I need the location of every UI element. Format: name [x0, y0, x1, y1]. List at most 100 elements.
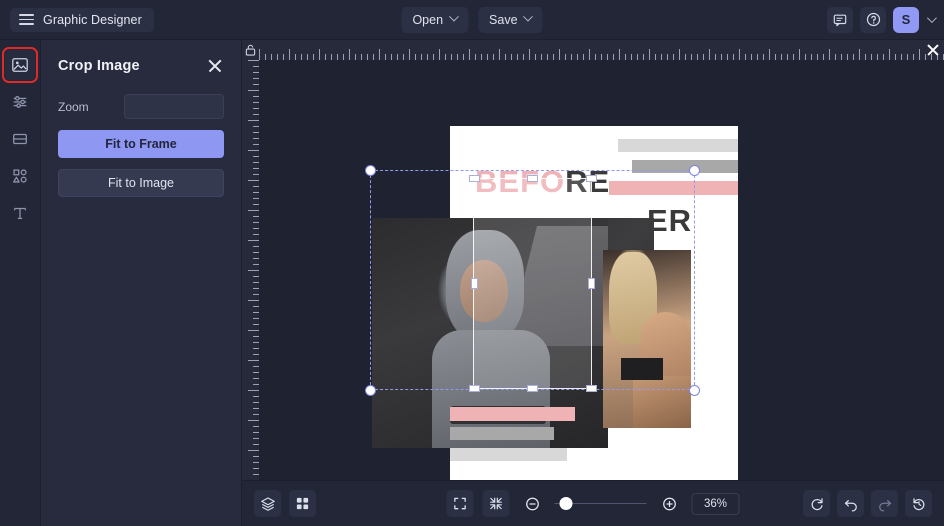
undo-icon: [844, 499, 857, 512]
horizontal-ruler[interactable]: [259, 40, 944, 60]
ruler-tick: [919, 49, 920, 60]
ruler-tick: [439, 49, 440, 60]
canvas-area: BEFORE: [242, 40, 944, 526]
sidebar-item-frame-tool[interactable]: [5, 124, 35, 154]
ruler-tick: [589, 49, 590, 60]
crop-handle-top-left[interactable]: [469, 175, 480, 182]
ruler-tick: [349, 49, 350, 60]
save-button[interactable]: Save: [478, 6, 543, 33]
page-title: Crop Image: [58, 58, 140, 74]
ruler-tick: [259, 49, 260, 60]
ruler-tick: [248, 300, 259, 301]
hamburger-icon: [19, 14, 34, 25]
fit-screen-button[interactable]: [446, 490, 474, 517]
ruler-tick: [499, 49, 500, 60]
fit-to-image-button[interactable]: Fit to Image: [58, 169, 224, 197]
artboard-bar: [618, 139, 738, 152]
crop-handle-top-right[interactable]: [586, 175, 597, 182]
history-button[interactable]: [905, 490, 932, 517]
ruler-tick: [248, 420, 259, 421]
crop-handle-bottom-center[interactable]: [527, 385, 538, 392]
panel-header: Crop Image: [58, 40, 224, 86]
text-icon: [13, 207, 27, 220]
ruler-tick: [319, 49, 320, 60]
chevron-down-icon[interactable]: [926, 13, 937, 24]
ruler-lock-button[interactable]: [242, 40, 259, 60]
crop-selection-box[interactable]: [473, 178, 592, 389]
open-label: Open: [412, 12, 444, 27]
ruler-tick: [248, 270, 259, 271]
collapse-icon: [490, 497, 502, 510]
reset-icon: [811, 497, 823, 510]
history-tools: [803, 490, 932, 517]
undo-button[interactable]: [837, 490, 864, 517]
layers-button[interactable]: [254, 490, 281, 517]
crop-handle-middle-left[interactable]: [471, 278, 478, 289]
crop-handle-middle-right[interactable]: [588, 278, 595, 289]
lock-icon: [245, 44, 256, 56]
sidebar-item-shapes-tool[interactable]: [5, 161, 35, 191]
file-actions: Open Save: [401, 6, 543, 33]
frame-icon: [13, 133, 27, 145]
comment-icon: [833, 14, 847, 26]
crop-handle-top-center[interactable]: [527, 175, 538, 182]
ruler-tick: [248, 330, 259, 331]
frame-handle-top-left[interactable]: [365, 165, 376, 176]
reset-button[interactable]: [803, 490, 830, 517]
frame-handle-top-right[interactable]: [689, 165, 700, 176]
ruler-tick: [248, 210, 259, 211]
zoom-level-display[interactable]: 36%: [691, 492, 740, 515]
tool-rail: [0, 40, 41, 526]
app-menu-button[interactable]: Graphic Designer: [10, 7, 154, 32]
crop-handle-bottom-right[interactable]: [586, 385, 597, 392]
close-icon[interactable]: [925, 42, 941, 58]
ruler-tick: [649, 49, 650, 60]
help-button[interactable]: [860, 6, 886, 33]
zoom-in-icon: [662, 497, 676, 510]
artboard-bar: [450, 407, 575, 421]
app-window: Graphic Designer Open Save S Crop Image …: [0, 0, 944, 526]
close-icon[interactable]: [206, 57, 224, 75]
fit-to-frame-button[interactable]: Fit to Frame: [58, 130, 224, 158]
crop-panel: Crop Image Zoom Fit to Frame Fit to Imag…: [41, 40, 292, 526]
account-actions: S: [827, 6, 937, 33]
shapes-icon: [13, 169, 27, 183]
sidebar-item-text-tool[interactable]: [5, 198, 35, 228]
grid-button[interactable]: [289, 490, 316, 517]
app-title: Graphic Designer: [43, 12, 142, 27]
zoom-field[interactable]: [124, 94, 292, 119]
zoom-out-button[interactable]: [519, 490, 546, 517]
ruler-tick: [739, 49, 740, 60]
avatar[interactable]: S: [893, 6, 919, 33]
ruler-tick: [559, 49, 560, 60]
crop-handle-bottom-left[interactable]: [469, 385, 480, 392]
top-toolbar: Graphic Designer Open Save S: [0, 0, 944, 40]
zoom-row: Zoom: [58, 94, 292, 119]
ruler-tick: [248, 390, 259, 391]
zoom-slider[interactable]: [554, 496, 647, 511]
canvas-stage[interactable]: BEFORE: [259, 60, 944, 480]
frame-handle-bottom-left[interactable]: [365, 385, 376, 396]
redo-button[interactable]: [871, 490, 898, 517]
chevron-down-icon: [448, 11, 459, 22]
history-icon: [912, 497, 924, 510]
ruler-tick: [379, 49, 380, 60]
bottom-toolbar: 36%: [242, 480, 944, 526]
slider-knob[interactable]: [559, 496, 573, 510]
zoom-in-button[interactable]: [656, 490, 683, 517]
ruler-tick: [829, 49, 830, 60]
zoom-label: Zoom: [58, 99, 89, 114]
comment-button[interactable]: [827, 6, 853, 33]
ruler-tick: [709, 49, 710, 60]
ruler-tick: [248, 240, 259, 241]
sidebar-item-image-tool[interactable]: [2, 47, 38, 83]
ruler-tick: [248, 60, 259, 61]
image-icon: [12, 58, 28, 72]
artboard-bar: [450, 448, 567, 461]
sidebar-item-adjust-tool[interactable]: [5, 87, 35, 117]
ruler-tick: [799, 49, 800, 60]
vertical-ruler[interactable]: [242, 60, 259, 480]
open-button[interactable]: Open: [401, 6, 469, 33]
fit-selection-button[interactable]: [482, 490, 510, 517]
frame-handle-bottom-right[interactable]: [689, 385, 700, 396]
